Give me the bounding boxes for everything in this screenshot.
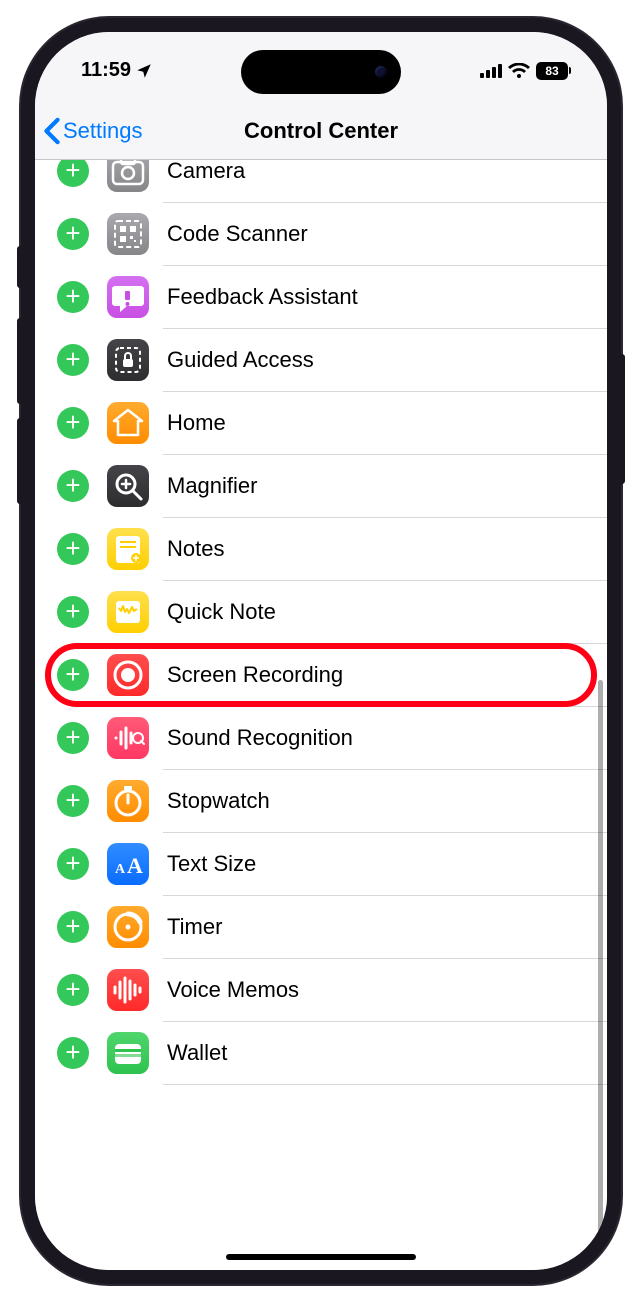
battery-icon: 83	[536, 62, 571, 80]
stopwatch-icon	[107, 780, 149, 822]
feedback-icon	[107, 276, 149, 318]
back-button[interactable]: Settings	[43, 117, 143, 145]
row-magnifier[interactable]: + Magnifier	[35, 455, 607, 518]
row-label-wallet: Wallet	[167, 1040, 227, 1066]
row-label-stopwatch: Stopwatch	[167, 788, 270, 814]
row-label-home: Home	[167, 410, 226, 436]
row-quick-note[interactable]: + Quick Note	[35, 581, 607, 644]
mute-switch	[17, 246, 23, 288]
plus-icon: +	[65, 1039, 80, 1065]
plus-icon: +	[65, 661, 80, 687]
plus-icon: +	[65, 283, 80, 309]
row-label-notes: Notes	[167, 536, 224, 562]
row-label-sound-recognition: Sound Recognition	[167, 725, 353, 751]
timer-icon	[107, 906, 149, 948]
row-label-quick-note: Quick Note	[167, 599, 276, 625]
plus-icon: +	[65, 409, 80, 435]
scrollbar[interactable]	[598, 680, 603, 1270]
row-notes[interactable]: + Notes	[35, 518, 607, 581]
plus-icon: +	[65, 160, 80, 184]
add-button-magnifier[interactable]: +	[57, 470, 89, 502]
plus-icon: +	[65, 346, 80, 372]
nav-bar: Settings Control Center	[35, 104, 607, 160]
row-label-camera: Camera	[167, 160, 245, 185]
camera-icon	[107, 160, 149, 193]
add-button-timer[interactable]: +	[57, 911, 89, 943]
row-sound-recognition[interactable]: + Sound Recognition	[35, 707, 607, 770]
add-button-wallet[interactable]: +	[57, 1037, 89, 1069]
phone-frame: 11:59 83 Sett	[21, 18, 621, 1284]
status-time: 11:59	[81, 59, 131, 82]
dynamic-island	[241, 50, 401, 94]
add-button-text-size[interactable]: +	[57, 848, 89, 880]
plus-icon: +	[65, 976, 80, 1002]
back-label: Settings	[63, 118, 143, 144]
row-label-screen-recording: Screen Recording	[167, 662, 343, 688]
text-size-icon	[107, 843, 149, 885]
code-scanner-icon	[107, 213, 149, 255]
add-button-camera[interactable]: +	[57, 160, 89, 188]
row-code-scanner[interactable]: + Code Scanner	[35, 203, 607, 266]
row-label-voice-memos: Voice Memos	[167, 977, 299, 1003]
plus-icon: +	[65, 787, 80, 813]
row-label-guided-access: Guided Access	[167, 347, 314, 373]
cellular-icon	[480, 64, 502, 78]
plus-icon: +	[65, 598, 80, 624]
guided-access-icon	[107, 339, 149, 381]
magnifier-icon	[107, 465, 149, 507]
add-button-home[interactable]: +	[57, 407, 89, 439]
row-voice-memos[interactable]: + Voice Memos	[35, 959, 607, 1022]
row-feedback[interactable]: + Feedback Assistant	[35, 266, 607, 329]
home-indicator[interactable]	[226, 1254, 416, 1260]
volume-up-button	[17, 318, 23, 404]
controls-list[interactable]: +Camera+Code Scanner+Feedback Assistant+…	[35, 160, 607, 1270]
add-button-guided-access[interactable]: +	[57, 344, 89, 376]
row-camera[interactable]: + Camera	[35, 160, 607, 203]
row-label-magnifier: Magnifier	[167, 473, 257, 499]
add-button-stopwatch[interactable]: +	[57, 785, 89, 817]
row-screen-recording[interactable]: + Screen Recording	[35, 644, 607, 707]
wifi-icon	[508, 63, 530, 79]
quick-note-icon	[107, 591, 149, 633]
plus-icon: +	[65, 472, 80, 498]
add-button-quick-note[interactable]: +	[57, 596, 89, 628]
row-guided-access[interactable]: + Guided Access	[35, 329, 607, 392]
front-camera	[375, 66, 387, 78]
voice-memos-icon	[107, 969, 149, 1011]
plus-icon: +	[65, 850, 80, 876]
row-label-code-scanner: Code Scanner	[167, 221, 308, 247]
screen-recording-icon	[107, 654, 149, 696]
add-button-notes[interactable]: +	[57, 533, 89, 565]
plus-icon: +	[65, 220, 80, 246]
row-home[interactable]: + Home	[35, 392, 607, 455]
notes-icon	[107, 528, 149, 570]
add-button-feedback[interactable]: +	[57, 281, 89, 313]
row-wallet[interactable]: + Wallet	[35, 1022, 607, 1085]
add-button-screen-recording[interactable]: +	[57, 659, 89, 691]
row-label-text-size: Text Size	[167, 851, 256, 877]
battery-percent: 83	[545, 64, 558, 78]
home-icon	[107, 402, 149, 444]
screen: 11:59 83 Sett	[35, 32, 607, 1270]
sound-recognition-icon	[107, 717, 149, 759]
wallet-icon	[107, 1032, 149, 1074]
plus-icon: +	[65, 913, 80, 939]
power-button	[619, 354, 625, 484]
plus-icon: +	[65, 535, 80, 561]
volume-down-button	[17, 418, 23, 504]
plus-icon: +	[65, 724, 80, 750]
location-icon	[135, 62, 153, 80]
add-button-voice-memos[interactable]: +	[57, 974, 89, 1006]
add-button-sound-recognition[interactable]: +	[57, 722, 89, 754]
row-label-timer: Timer	[167, 914, 222, 940]
row-stopwatch[interactable]: + Stopwatch	[35, 770, 607, 833]
add-button-code-scanner[interactable]: +	[57, 218, 89, 250]
row-label-feedback: Feedback Assistant	[167, 284, 358, 310]
row-text-size[interactable]: + Text Size	[35, 833, 607, 896]
row-timer[interactable]: + Timer	[35, 896, 607, 959]
